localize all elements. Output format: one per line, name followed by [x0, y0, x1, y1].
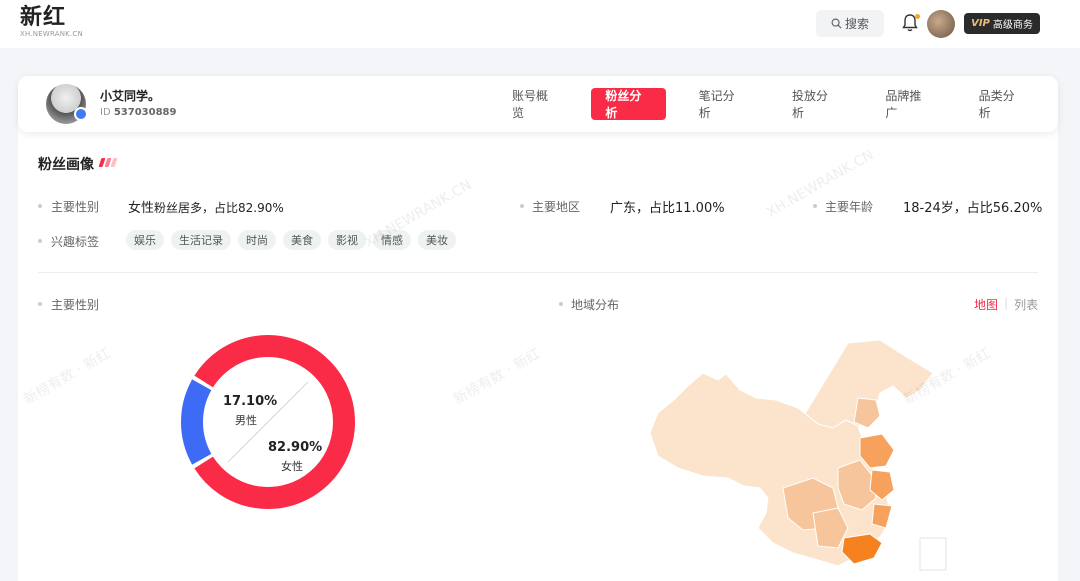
profile-id-label: ID: [100, 107, 111, 118]
watermark: 新榜有数 · 新红: [21, 345, 114, 409]
vip-badge[interactable]: VIP 高级商务: [964, 13, 1040, 34]
age-label: 主要年龄: [825, 200, 874, 214]
profile-header: 小艾同学。 ID 537030889 账号概览 粉丝分析 笔记分析 投放分析 品…: [18, 76, 1058, 132]
tab-brand-promotion[interactable]: 品牌推广: [871, 88, 945, 120]
main-card: 小艾同学。 ID 537030889 账号概览 粉丝分析 笔记分析 投放分析 品…: [18, 76, 1058, 581]
top-bar: 新红 XH.NEWRANK.CN 搜索 VIP 高级商务: [0, 0, 1080, 48]
search-label: 搜索: [844, 17, 869, 31]
bullet: [38, 239, 42, 243]
list-view-button[interactable]: 列表: [1014, 296, 1038, 313]
bullet: [38, 302, 42, 306]
interest-tag: 情感: [373, 230, 411, 250]
region-label: 主要地区: [532, 200, 581, 214]
region-value: 广东，占比11.00%: [610, 201, 725, 216]
interest-tags: 娱乐 生活记录 时尚 美食 影视 情感 美妆: [126, 230, 456, 250]
watermark: 新榜有数 · 新红: [451, 345, 544, 409]
search-icon: [831, 18, 842, 29]
tab-note-analysis[interactable]: 笔记分析: [685, 88, 759, 120]
gender-label: 主要性别: [51, 200, 100, 214]
bullet: [520, 204, 524, 208]
south-sea-inset: [919, 537, 947, 571]
map-view-toggle: 地图 | 列表: [974, 296, 1039, 313]
tab-ad-analysis[interactable]: 投放分析: [778, 88, 852, 120]
male-slice[interactable]: [181, 379, 212, 465]
interest-tag: 美妆: [418, 230, 456, 250]
profile-name: 小艾同学。: [100, 89, 161, 103]
gender-value-main: 女性: [128, 201, 155, 216]
interest-tag: 美食: [283, 230, 321, 250]
bullet: [813, 204, 817, 208]
divider: [38, 272, 1038, 273]
interest-tag: 娱乐: [126, 230, 164, 250]
title-decoration: [98, 158, 118, 167]
interest-tag: 生活记录: [171, 230, 231, 250]
verified-icon: [74, 107, 88, 121]
profile-id: ID 537030889: [100, 107, 176, 118]
bullet: [38, 204, 42, 208]
bullet: [559, 302, 563, 306]
region-chart-title: 地域分布: [571, 298, 620, 312]
male-label: 男性: [235, 414, 257, 427]
vip-text: 高级商务: [992, 20, 1033, 31]
user-avatar[interactable]: [927, 10, 955, 38]
logo-subtext: XH.NEWRANK.CN: [20, 30, 83, 38]
interest-tag: 影视: [328, 230, 366, 250]
vip-label: VIP: [971, 18, 990, 29]
logo[interactable]: 新红 XH.NEWRANK.CN: [20, 5, 83, 39]
gender-chart-title: 主要性别: [51, 298, 100, 312]
gender-value: 女性粉丝居多，占比82.90%: [128, 197, 284, 216]
female-slice[interactable]: [194, 335, 355, 509]
tab-fan-analysis[interactable]: 粉丝分析: [591, 88, 666, 120]
map-view-button[interactable]: 地图: [974, 296, 998, 313]
tab-account-overview[interactable]: 账号概览: [498, 88, 572, 120]
tab-category-analysis[interactable]: 品类分析: [965, 88, 1039, 120]
female-label: 女性: [281, 460, 303, 473]
logo-text: 新红: [20, 5, 67, 30]
section-title: 粉丝画像: [38, 157, 94, 173]
interest-tag: 时尚: [238, 230, 276, 250]
age-value: 18-24岁，占比56.20%: [903, 201, 1043, 216]
notification-dot: [915, 14, 920, 19]
interests-label: 兴趣标签: [51, 235, 100, 249]
profile-id-value: 537030889: [113, 107, 177, 118]
china-region-map[interactable]: [648, 338, 948, 573]
search-button[interactable]: 搜索: [816, 10, 884, 37]
tab-bar: 账号概览 粉丝分析 笔记分析 投放分析 品牌推广 品类分析: [498, 88, 1058, 120]
gender-donut-chart: [181, 335, 355, 509]
female-percent: 82.90%: [268, 440, 323, 455]
gender-value-sub: 粉丝居多，占比82.90%: [154, 201, 284, 215]
male-percent: 17.10%: [223, 394, 278, 409]
